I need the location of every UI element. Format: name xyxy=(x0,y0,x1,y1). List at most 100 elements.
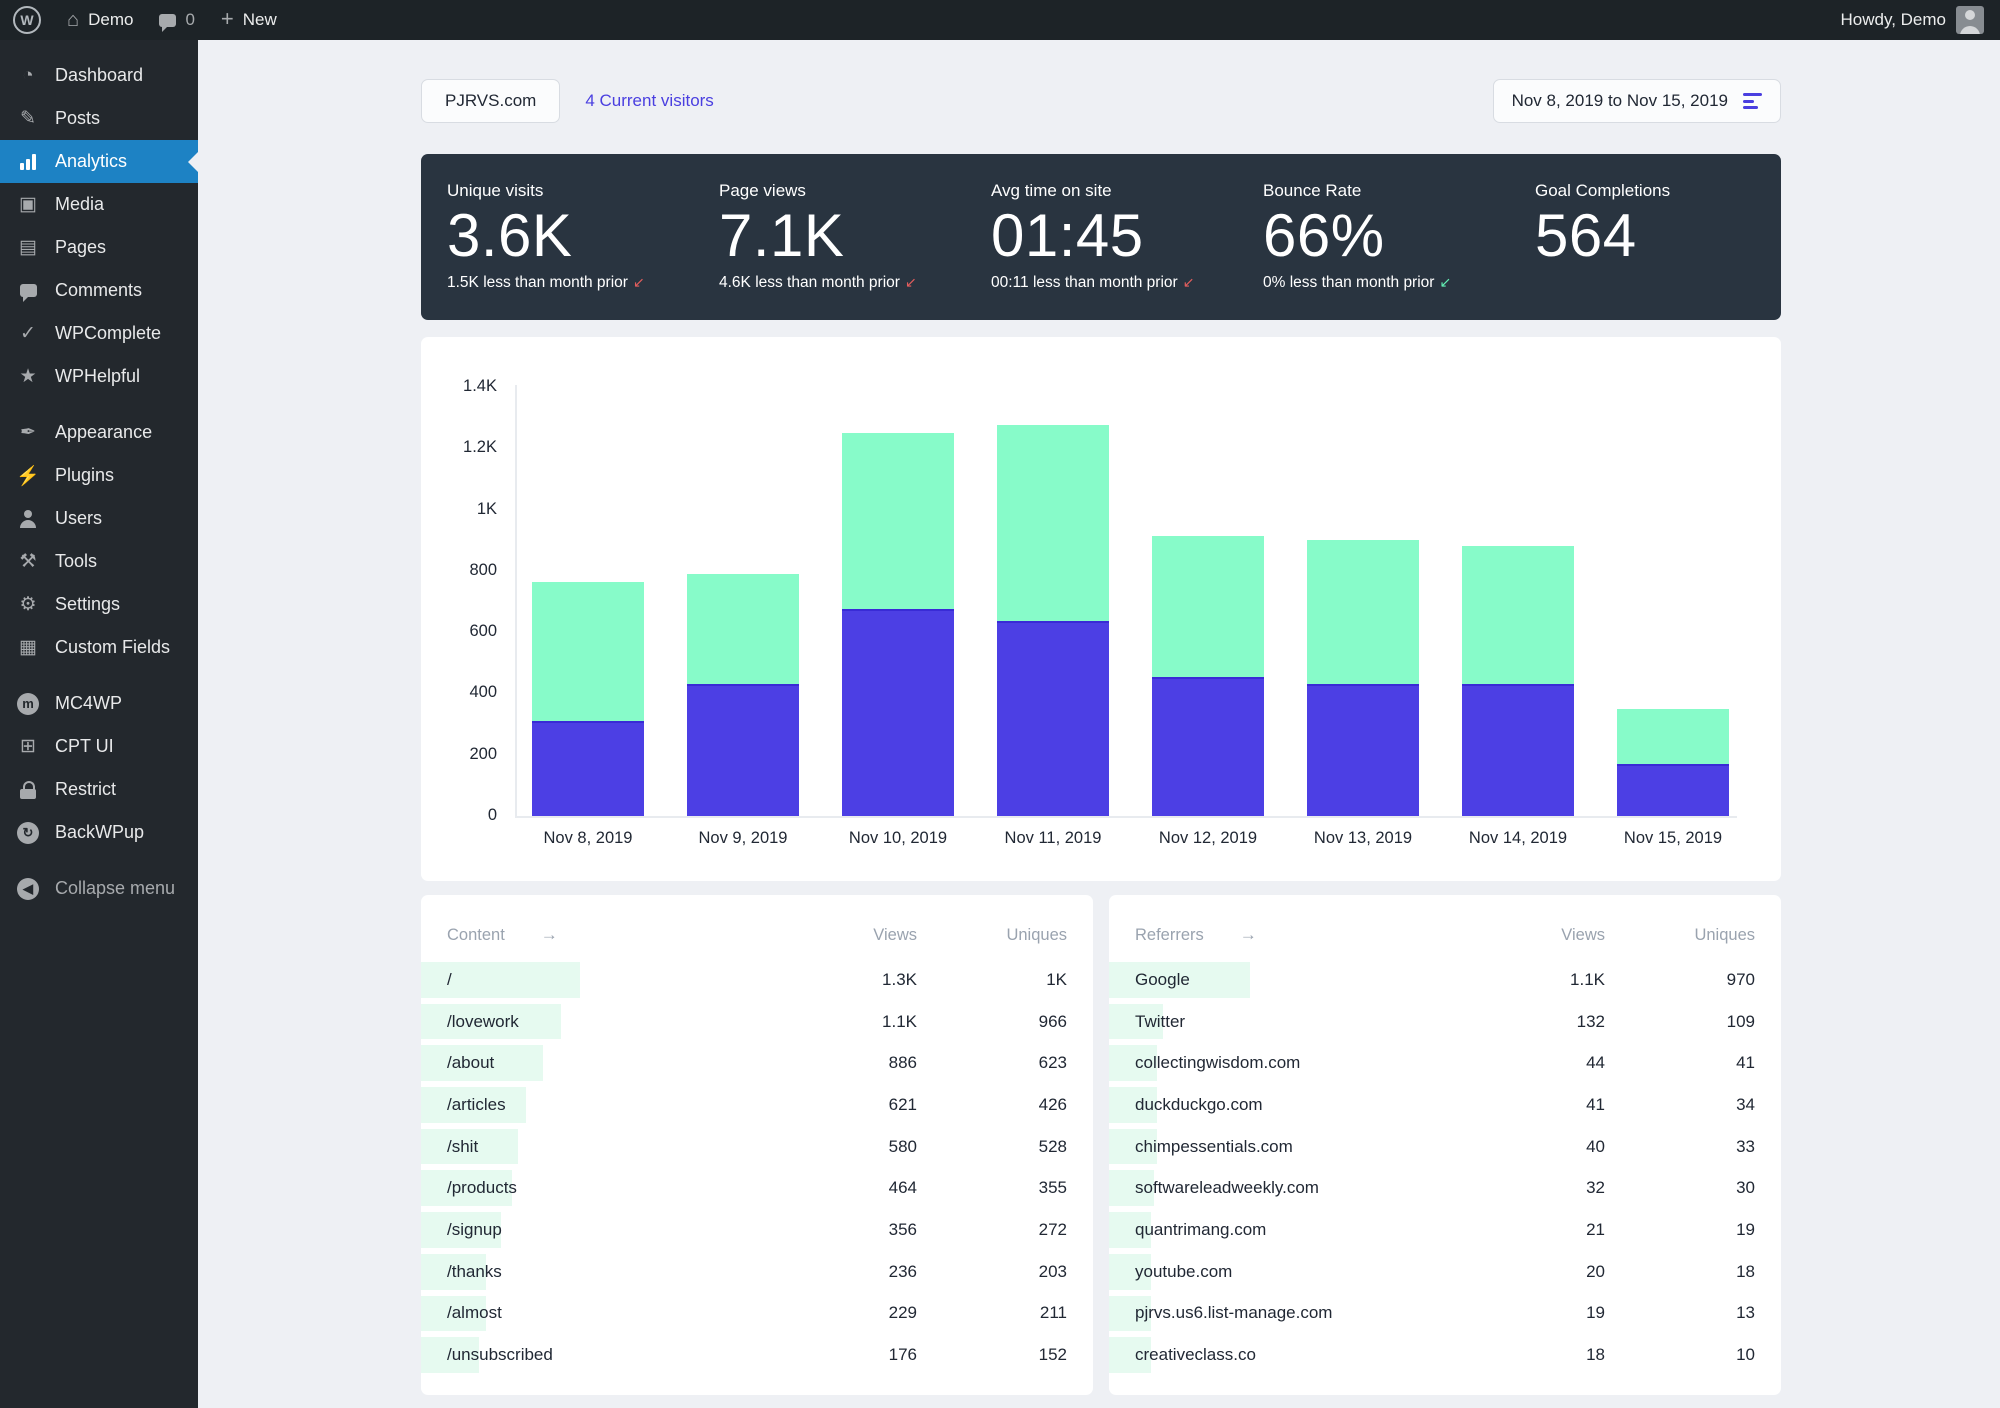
row-views-value: 229 xyxy=(787,1303,917,1323)
referrer-table-row: creativeclass.co1810 xyxy=(1109,1334,1781,1376)
site-menu[interactable]: ⌂ Demo xyxy=(54,0,146,40)
sidebar-item-mc4wp[interactable]: mMC4WP xyxy=(0,682,198,725)
stat-column-bounce-rate: Bounce Rate66%0% less than month prior↙ xyxy=(1237,154,1509,320)
content-row-label: /thanks xyxy=(421,1262,787,1282)
wordpress-menu[interactable]: W xyxy=(0,0,54,40)
site-name: Demo xyxy=(88,10,133,30)
sidebar-item-wphelpful[interactable]: ★WPHelpful xyxy=(0,355,198,398)
y-axis-tick: 1.2K xyxy=(437,438,497,457)
sidebar-item-label: Plugins xyxy=(55,465,114,486)
sliders-icon: ⚙ xyxy=(15,593,41,616)
row-views-value: 1.1K xyxy=(787,1012,917,1032)
row-uniques-value: 34 xyxy=(1605,1095,1755,1115)
comments-count: 0 xyxy=(185,10,194,30)
bar-segment-uniques xyxy=(687,684,799,816)
plus-icon: + xyxy=(221,8,234,30)
sidebar-item-restrict[interactable]: Restrict xyxy=(0,768,198,811)
stat-label: Goal Completions xyxy=(1535,181,1781,201)
referrer-row-label: pjrvs.us6.list-manage.com xyxy=(1109,1303,1475,1323)
bar-chart-icon xyxy=(15,154,41,170)
next-arrow-icon[interactable]: → xyxy=(541,925,558,945)
row-uniques-value: 18 xyxy=(1605,1262,1755,1282)
media-icon: ▣ xyxy=(15,193,41,216)
row-uniques-value: 623 xyxy=(917,1053,1067,1073)
sidebar-item-appearance[interactable]: ✒Appearance xyxy=(0,411,198,454)
table-icon: ▦ xyxy=(15,636,41,659)
sidebar-item-pages[interactable]: ▤Pages xyxy=(0,226,198,269)
current-visitors-link[interactable]: 4 Current visitors xyxy=(585,91,713,111)
bar-segment-pageviews xyxy=(1152,536,1264,677)
bar-segment-pageviews xyxy=(1462,546,1574,684)
row-uniques-value: 970 xyxy=(1605,970,1755,990)
row-uniques-value: 30 xyxy=(1605,1178,1755,1198)
stat-delta: 4.6K less than month prior↙ xyxy=(719,274,965,292)
trend-down-arrow-icon: ↙ xyxy=(905,274,917,290)
referrers-table-rows: Google1.1K970Twitter132109collectingwisd… xyxy=(1109,959,1781,1376)
sidebar-item-users[interactable]: Users xyxy=(0,497,198,540)
row-uniques-value: 1K xyxy=(917,970,1067,990)
sidebar-item-settings[interactable]: ⚙Settings xyxy=(0,583,198,626)
pin-icon: ✎ xyxy=(15,107,41,130)
sidebar-item-backwpup[interactable]: ↻BackWPup xyxy=(0,811,198,854)
content-table-row: /lovework1.1K966 xyxy=(421,1001,1093,1043)
referrer-table-row: quantrimang.com2119 xyxy=(1109,1209,1781,1251)
stat-value: 7.1K xyxy=(719,204,965,267)
sidebar-item-comments[interactable]: Comments xyxy=(0,269,198,312)
stat-column-avg-time-on-site: Avg time on site01:4500:11 less than mon… xyxy=(965,154,1237,320)
content-table-row: /unsubscribed176152 xyxy=(421,1334,1093,1376)
sidebar-item-label: Custom Fields xyxy=(55,637,170,658)
howdy-menu[interactable]: Howdy, Demo xyxy=(1841,6,2000,34)
sidebar-item-label: Posts xyxy=(55,108,100,129)
row-views-value: 20 xyxy=(1475,1262,1605,1282)
row-uniques-value: 211 xyxy=(917,1303,1067,1323)
sidebar-item-posts[interactable]: ✎ Posts xyxy=(0,97,198,140)
sidebar-item-plugins[interactable]: ⚡Plugins xyxy=(0,454,198,497)
y-axis-tick: 400 xyxy=(437,683,497,702)
sidebar-item-cpt-ui[interactable]: ⊞CPT UI xyxy=(0,725,198,768)
referrer-table-row: collectingwisdom.com4441 xyxy=(1109,1042,1781,1084)
y-axis-tick: 800 xyxy=(437,561,497,580)
row-uniques-value: 355 xyxy=(917,1178,1067,1198)
chart-card: 02004006008001K1.2K1.4KNov 8, 2019Nov 9,… xyxy=(421,337,1781,881)
sidebar-item-label: Appearance xyxy=(55,422,152,443)
sidebar-item-label: BackWPup xyxy=(55,822,144,843)
sidebar-item-analytics[interactable]: Analytics xyxy=(0,140,198,183)
page-header: PJRVS.com 4 Current visitors Nov 8, 2019… xyxy=(421,78,1781,124)
referrers-card: Referrers → Views Uniques Google1.1K970T… xyxy=(1109,895,1781,1395)
stat-value: 564 xyxy=(1535,204,1781,267)
collapse-arrow-icon: ◀ xyxy=(17,878,39,900)
referrer-row-label: softwareleadweekly.com xyxy=(1109,1178,1475,1198)
comment-icon xyxy=(20,284,37,297)
row-views-value: 1.3K xyxy=(787,970,917,990)
sidebar-item-custom-fields[interactable]: ▦ Custom Fields xyxy=(0,626,198,669)
row-uniques-value: 10 xyxy=(1605,1345,1755,1365)
referrers-table-title-group: Referrers → xyxy=(1135,925,1475,945)
row-views-value: 19 xyxy=(1475,1303,1605,1323)
bar-segment-uniques xyxy=(842,609,954,816)
content-table-row: /thanks236203 xyxy=(421,1251,1093,1293)
bar-segment-pageviews xyxy=(842,433,954,609)
next-arrow-icon[interactable]: → xyxy=(1240,925,1257,945)
sidebar-item-tools[interactable]: ⚒Tools xyxy=(0,540,198,583)
content-row-label: /almost xyxy=(421,1303,787,1323)
y-axis-tick: 600 xyxy=(437,622,497,641)
content-table-row: /signup356272 xyxy=(421,1209,1093,1251)
sidebar-item-wpcomplete[interactable]: ✓WPComplete xyxy=(0,312,198,355)
row-views-value: 356 xyxy=(787,1220,917,1240)
sidebar-item-media[interactable]: ▣Media xyxy=(0,183,198,226)
new-button[interactable]: + New xyxy=(208,0,290,40)
user-icon xyxy=(15,510,41,528)
comments-badge[interactable]: 0 xyxy=(146,0,207,40)
stat-value: 01:45 xyxy=(991,204,1237,267)
y-axis-tick: 1K xyxy=(437,500,497,519)
sidebar-item-collapse-menu[interactable]: ◀Collapse menu xyxy=(0,867,198,910)
content-row-label: /lovework xyxy=(421,1012,787,1032)
sidebar-item-label: MC4WP xyxy=(55,693,122,714)
sidebar-item-dashboard[interactable]: ◔Dashboard xyxy=(0,54,198,97)
y-axis-line xyxy=(515,385,517,818)
date-range-button[interactable]: Nov 8, 2019 to Nov 15, 2019 xyxy=(1493,79,1781,123)
referrer-row-label: duckduckgo.com xyxy=(1109,1095,1475,1115)
site-selector-button[interactable]: PJRVS.com xyxy=(421,79,560,123)
home-icon: ⌂ xyxy=(67,10,79,30)
content-row-label: /signup xyxy=(421,1220,787,1240)
